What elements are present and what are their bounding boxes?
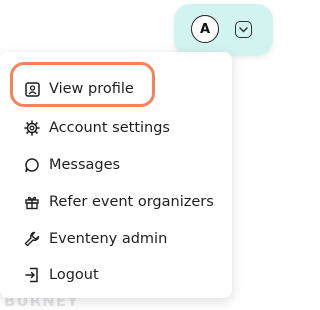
menu-item-label: Logout	[49, 267, 99, 283]
menu-item-eventeny-admin[interactable]: Eventeny admin	[12, 222, 224, 256]
avatar[interactable]: A	[191, 15, 219, 43]
wrench-icon	[24, 231, 40, 247]
menu-item-label: Refer event organizers	[49, 194, 214, 210]
menu-item-logout[interactable]: Logout	[12, 258, 224, 292]
logout-icon	[24, 267, 40, 283]
gear-icon	[24, 120, 40, 136]
menu-item-label: Messages	[49, 157, 121, 173]
chat-bubble-icon	[24, 157, 40, 173]
chevron-down-icon[interactable]	[235, 21, 252, 38]
view-profile-highlight	[10, 62, 155, 107]
menu-item-label: Account settings	[49, 120, 170, 136]
user-menu-toggle[interactable]: A	[174, 4, 273, 56]
gift-icon	[24, 194, 40, 210]
menu-item-label: Eventeny admin	[49, 231, 168, 247]
menu-item-account-settings[interactable]: Account settings	[12, 111, 224, 145]
menu-item-messages[interactable]: Messages	[12, 148, 224, 182]
menu-item-refer-event-organizers[interactable]: Refer event organizers	[12, 185, 224, 219]
